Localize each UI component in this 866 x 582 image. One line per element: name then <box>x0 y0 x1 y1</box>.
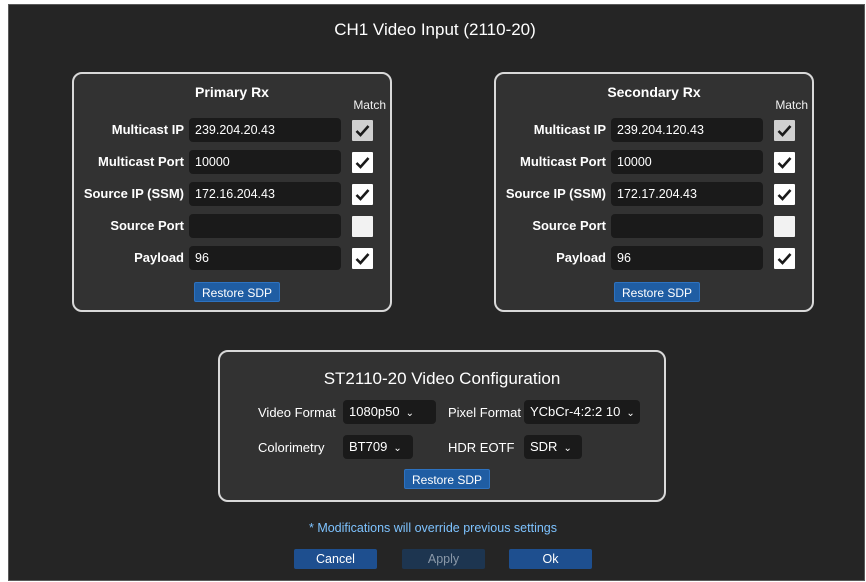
primary-restore-sdp-button[interactable]: Restore SDP <box>194 282 281 302</box>
primary-source-port-input[interactable] <box>189 214 341 238</box>
secondary-payload-match-checkbox[interactable] <box>774 248 795 269</box>
cancel-button[interactable]: Cancel <box>294 549 377 569</box>
primary-multicast-port-row: Multicast Port 10000 <box>74 150 390 174</box>
ok-button[interactable]: Ok <box>509 549 592 569</box>
primary-payload-row: Payload 96 <box>74 246 390 270</box>
checkmark-icon <box>355 157 370 169</box>
chevron-down-icon: ⌄ <box>626 408 635 419</box>
secondary-payload-input[interactable]: 96 <box>611 246 763 270</box>
primary-source-ip-match-checkbox[interactable] <box>352 184 373 205</box>
checkmark-icon <box>777 189 792 201</box>
secondary-multicast-port-match-checkbox[interactable] <box>774 152 795 173</box>
secondary-source-port-row: Source Port <box>496 214 812 238</box>
secondary-payload-row: Payload 96 <box>496 246 812 270</box>
primary-multicast-port-match-checkbox[interactable] <box>352 152 373 173</box>
hdr-eotf-select[interactable]: SDR ⌄ <box>524 435 582 459</box>
chevron-down-icon: ⌄ <box>393 443 402 454</box>
secondary-payload-label: Payload <box>556 250 606 265</box>
primary-rx-title: Primary Rx <box>195 84 269 100</box>
chevron-down-icon: ⌄ <box>563 443 572 454</box>
primary-source-ip-label: Source IP (SSM) <box>83 186 184 201</box>
checkmark-icon <box>355 253 370 265</box>
hdr-eotf-label: HDR EOTF <box>448 440 515 455</box>
secondary-multicast-port-label: Multicast Port <box>520 154 606 169</box>
secondary-source-port-match-checkbox[interactable] <box>774 216 795 237</box>
primary-match-label: Match <box>353 98 386 112</box>
pixel-format-select[interactable]: YCbCr-4:2:2 10 ⌄ <box>524 400 640 424</box>
primary-source-port-label: Source Port <box>110 218 184 233</box>
secondary-multicast-ip-input[interactable]: 239.204.120.43 <box>611 118 763 142</box>
video-format-select[interactable]: 1080p50 ⌄ <box>343 400 436 424</box>
pixel-format-label: Pixel Format <box>448 405 521 420</box>
config-restore-sdp-button[interactable]: Restore SDP <box>404 469 491 489</box>
video-configuration-title: ST2110-20 Video Configuration <box>323 369 561 388</box>
colorimetry-value: BT709 <box>349 439 388 454</box>
secondary-source-port-input[interactable] <box>611 214 763 238</box>
secondary-source-port-label: Source Port <box>532 218 606 233</box>
hdr-eotf-value: SDR <box>530 439 558 454</box>
apply-button[interactable]: Apply <box>402 549 485 569</box>
secondary-match-label: Match <box>775 98 808 112</box>
primary-multicast-ip-input[interactable]: 239.204.20.43 <box>189 118 341 142</box>
primary-source-ip-row: Source IP (SSM) 172.16.204.43 <box>74 182 390 206</box>
primary-payload-match-checkbox[interactable] <box>352 248 373 269</box>
secondary-multicast-port-input[interactable]: 10000 <box>611 150 763 174</box>
secondary-multicast-ip-label: Multicast IP <box>533 122 606 137</box>
primary-payload-label: Payload <box>134 250 184 265</box>
primary-multicast-ip-match-checkbox[interactable] <box>352 120 373 141</box>
primary-multicast-port-input[interactable]: 10000 <box>189 150 341 174</box>
secondary-source-ip-label: Source IP (SSM) <box>505 186 606 201</box>
checkmark-icon <box>777 157 792 169</box>
checkmark-icon <box>777 253 792 265</box>
secondary-source-ip-row: Source IP (SSM) 172.17.204.43 <box>496 182 812 206</box>
secondary-restore-sdp-button[interactable]: Restore SDP <box>614 282 701 302</box>
primary-source-port-row: Source Port <box>74 214 390 238</box>
video-format-label: Video Format <box>258 405 336 420</box>
secondary-multicast-ip-match-checkbox[interactable] <box>774 120 795 141</box>
modification-note: * Modifications will override previous s… <box>308 521 558 535</box>
secondary-rx-panel: Secondary Rx Match Multicast IP 239.204.… <box>494 72 814 312</box>
checkmark-icon <box>355 125 370 137</box>
video-format-value: 1080p50 <box>349 404 400 419</box>
secondary-source-ip-match-checkbox[interactable] <box>774 184 795 205</box>
chevron-down-icon: ⌄ <box>405 408 415 419</box>
primary-multicast-port-label: Multicast Port <box>98 154 184 169</box>
secondary-rx-title: Secondary Rx <box>607 84 701 100</box>
primary-multicast-ip-row: Multicast IP 239.204.20.43 <box>74 118 390 142</box>
secondary-multicast-port-row: Multicast Port 10000 <box>496 150 812 174</box>
checkmark-icon <box>355 189 370 201</box>
primary-payload-input[interactable]: 96 <box>189 246 341 270</box>
secondary-source-ip-input[interactable]: 172.17.204.43 <box>611 182 763 206</box>
colorimetry-label: Colorimetry <box>258 440 325 455</box>
secondary-multicast-ip-row: Multicast IP 239.204.120.43 <box>496 118 812 142</box>
checkmark-icon <box>777 125 792 137</box>
primary-multicast-ip-label: Multicast IP <box>111 122 184 137</box>
pixel-format-value: YCbCr-4:2:2 10 <box>530 404 621 419</box>
dialog-title: CH1 Video Input (2110-20) <box>334 20 536 39</box>
primary-source-port-match-checkbox[interactable] <box>352 216 373 237</box>
primary-rx-panel: Primary Rx Match Multicast IP 239.204.20… <box>72 72 392 312</box>
video-configuration-panel: ST2110-20 Video Configuration Video Form… <box>218 350 666 502</box>
primary-source-ip-input[interactable]: 172.16.204.43 <box>189 182 341 206</box>
colorimetry-select[interactable]: BT709 ⌄ <box>343 435 413 459</box>
